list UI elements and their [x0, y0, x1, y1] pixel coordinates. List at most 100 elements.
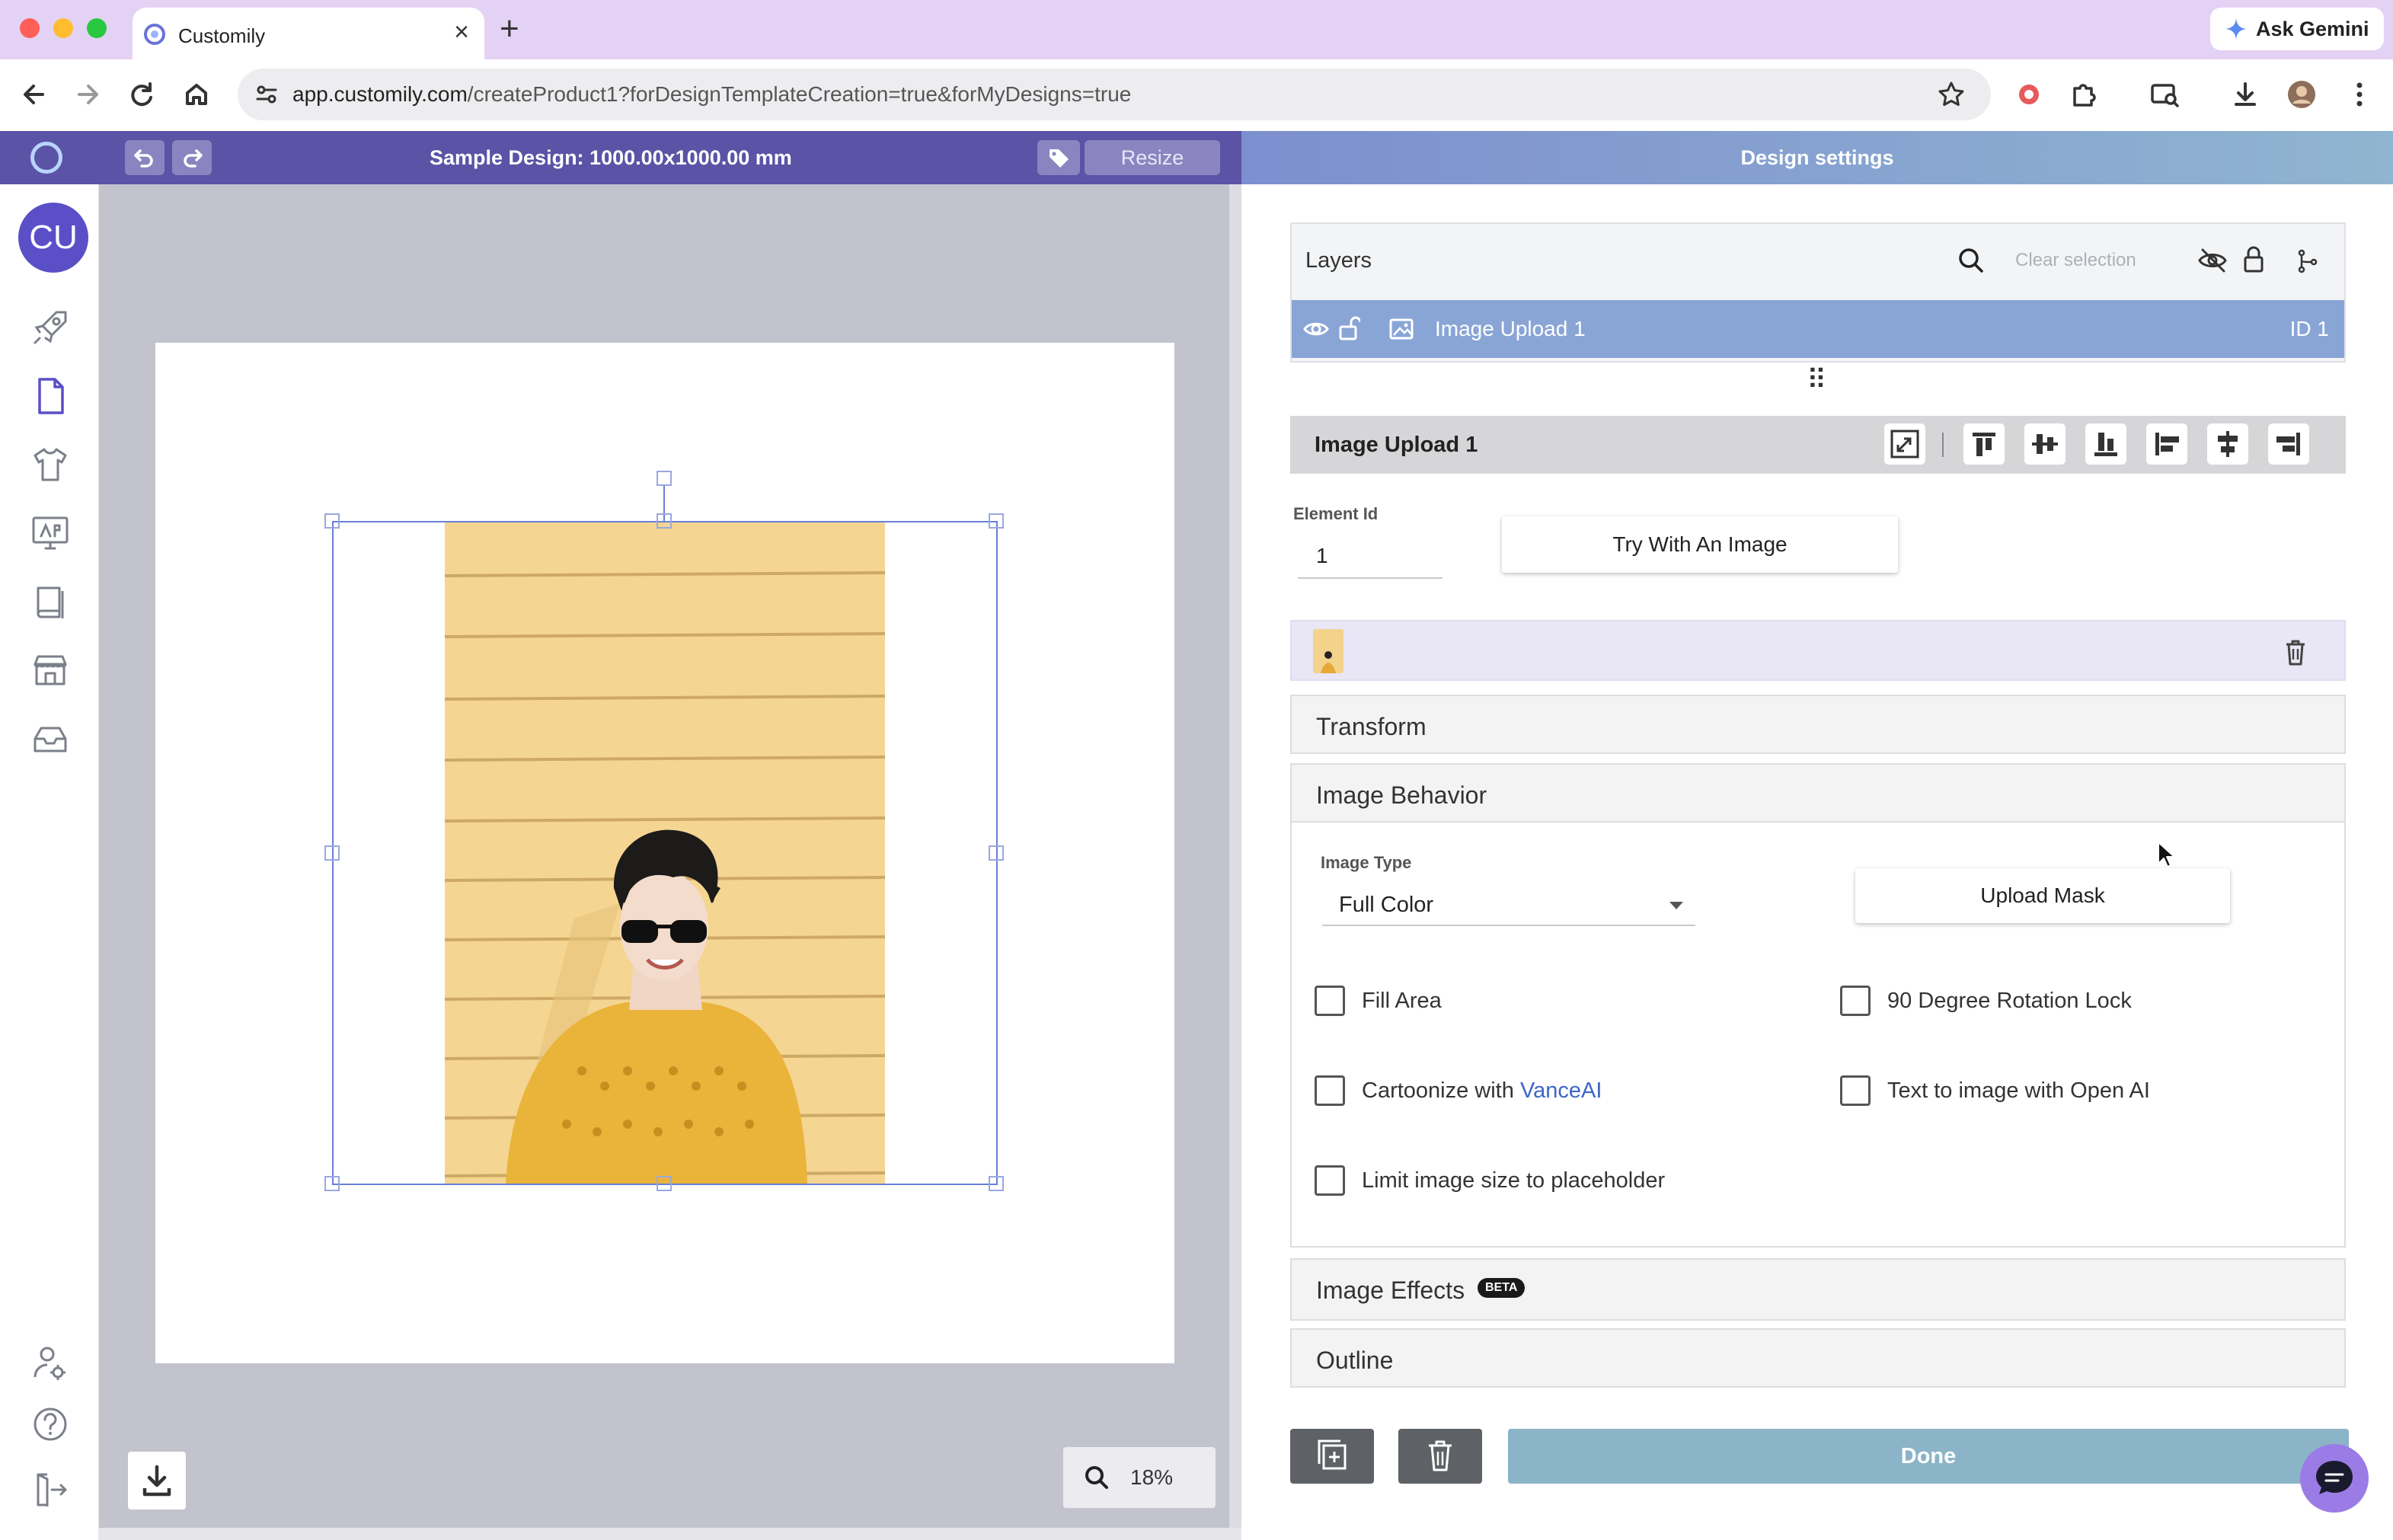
- tab-title: Customily: [178, 24, 266, 47]
- new-tab-button[interactable]: +: [500, 11, 519, 47]
- duplicate-element-button[interactable]: [1290, 1429, 1374, 1484]
- user-avatar[interactable]: CU: [18, 203, 88, 273]
- left-sidebar: CU: [0, 184, 99, 1540]
- layer-tree-icon[interactable]: [2294, 247, 2321, 274]
- image-effects-section-header[interactable]: Image Effects BETA: [1290, 1258, 2346, 1321]
- resize-handle-right[interactable]: [989, 845, 1004, 861]
- inbox-icon[interactable]: [29, 717, 72, 760]
- help-icon[interactable]: [29, 1403, 72, 1446]
- tshirt-icon[interactable]: [29, 443, 72, 486]
- selection-box[interactable]: [332, 521, 998, 1185]
- chat-bubble-icon: [2316, 1461, 2353, 1494]
- lock-all-icon[interactable]: [2241, 244, 2267, 276]
- bookmark-star-icon[interactable]: [1936, 79, 1966, 110]
- align-right-button[interactable]: [2268, 423, 2309, 465]
- image-behavior-section-header[interactable]: Image Behavior: [1290, 763, 2346, 823]
- resize-handle-bottom[interactable]: [657, 1176, 672, 1191]
- tag-button[interactable]: [1037, 140, 1080, 175]
- cartoonize-checkbox[interactable]: [1315, 1075, 1345, 1106]
- maximize-window-button[interactable]: [87, 18, 107, 38]
- rocket-icon[interactable]: [29, 306, 72, 349]
- logout-icon[interactable]: [29, 1468, 72, 1511]
- document-icon[interactable]: [29, 375, 72, 417]
- download-icon[interactable]: [2227, 76, 2264, 113]
- rotation-lock-checkbox[interactable]: [1840, 986, 1871, 1016]
- ask-gemini-label: Ask Gemini: [2256, 18, 2369, 40]
- fit-to-canvas-button[interactable]: [1884, 423, 1925, 465]
- canvas-horizontal-scrollbar[interactable]: [99, 1528, 1241, 1540]
- clear-selection-link[interactable]: Clear selection: [2015, 250, 2136, 271]
- minimize-window-button[interactable]: [53, 18, 73, 38]
- delete-image-trash-icon[interactable]: [2282, 637, 2309, 667]
- gemini-spark-icon: [2225, 18, 2247, 40]
- cartoonize-prefix: Cartoonize with: [1362, 1078, 1520, 1103]
- done-button[interactable]: Done: [1508, 1429, 2349, 1484]
- align-vertical-center-button[interactable]: [2024, 423, 2066, 465]
- align-bottom-button[interactable]: [2085, 423, 2126, 465]
- text-to-image-checkbox[interactable]: [1840, 1075, 1871, 1106]
- outline-section-header[interactable]: Outline: [1290, 1328, 2346, 1388]
- resize-handle-top[interactable]: [657, 513, 672, 529]
- upload-mask-button[interactable]: Upload Mask: [1855, 868, 2230, 923]
- book-icon[interactable]: [29, 580, 72, 623]
- download-design-button[interactable]: [128, 1452, 186, 1510]
- undo-button[interactable]: [125, 140, 165, 175]
- resize-handle-top-right[interactable]: [989, 513, 1004, 529]
- resize-button[interactable]: Resize: [1085, 140, 1220, 175]
- image-thumbnail[interactable]: [1313, 629, 1343, 673]
- delete-element-button[interactable]: [1398, 1429, 1482, 1484]
- image-type-value: Full Color: [1339, 893, 1434, 917]
- align-center-icon: [2218, 431, 2238, 457]
- user-settings-icon[interactable]: [29, 1342, 72, 1385]
- transform-section-header[interactable]: Transform: [1290, 695, 2346, 754]
- reload-icon[interactable]: [123, 76, 160, 113]
- home-icon[interactable]: [178, 76, 215, 113]
- tab-search-icon[interactable]: [2146, 76, 2183, 113]
- resize-handle-top-left[interactable]: [324, 513, 340, 529]
- align-horizontal-center-button[interactable]: [2207, 423, 2248, 465]
- transform-section-title: Transform: [1316, 713, 1427, 740]
- tab-close-icon[interactable]: ×: [454, 18, 469, 46]
- zoom-search-icon[interactable]: [1081, 1462, 1112, 1493]
- close-window-button[interactable]: [20, 18, 40, 38]
- align-left-button[interactable]: [2146, 423, 2187, 465]
- ask-gemini-button[interactable]: Ask Gemini: [2210, 8, 2384, 50]
- zoom-control[interactable]: 18%: [1063, 1447, 1216, 1508]
- element-title: Image Upload 1: [1315, 433, 1478, 457]
- element-id-input[interactable]: [1298, 535, 1443, 579]
- resize-handle-bottom-left[interactable]: [324, 1176, 340, 1191]
- extensions-puzzle-icon[interactable]: [2066, 76, 2102, 113]
- browser-tab[interactable]: Customily ×: [133, 8, 484, 59]
- hide-all-eye-slash-icon[interactable]: [2197, 245, 2228, 276]
- align-top-button[interactable]: [1963, 423, 2005, 465]
- url-host: app.customily.com: [292, 82, 468, 106]
- redo-button[interactable]: [172, 140, 212, 175]
- rotation-handle[interactable]: [657, 471, 672, 486]
- layer-row[interactable]: Image Upload 1 ID 1: [1292, 300, 2344, 358]
- design-monitor-icon[interactable]: [29, 512, 72, 554]
- vanceai-link[interactable]: VanceAI: [1520, 1078, 1602, 1103]
- image-type-select[interactable]: Full Color: [1322, 882, 1695, 926]
- resize-handle-bottom-right[interactable]: [989, 1176, 1004, 1191]
- panel-resize-drag-handle-icon[interactable]: ⠿: [1807, 364, 1826, 396]
- try-with-an-image-button[interactable]: Try With An Image: [1502, 516, 1898, 573]
- layer-unlock-icon[interactable]: [1337, 314, 1360, 343]
- resize-handle-left[interactable]: [324, 845, 340, 861]
- store-icon[interactable]: [29, 649, 72, 692]
- site-settings-icon[interactable]: [253, 81, 280, 108]
- support-chat-button[interactable]: [2300, 1444, 2369, 1513]
- fill-area-label: Fill Area: [1362, 989, 1442, 1013]
- mouse-cursor-icon: [2157, 841, 2177, 868]
- forward-arrow-icon[interactable]: [70, 76, 107, 113]
- extension-red-icon[interactable]: [2011, 76, 2047, 113]
- canvas-vertical-scrollbar[interactable]: [1229, 184, 1241, 1540]
- browser-menu-icon[interactable]: [2341, 76, 2378, 113]
- fill-area-checkbox[interactable]: [1315, 986, 1345, 1016]
- limit-size-checkbox[interactable]: [1315, 1165, 1345, 1196]
- layer-visibility-eye-icon[interactable]: [1302, 315, 1330, 343]
- layer-search-icon[interactable]: [1956, 245, 1986, 276]
- layers-title: Layers: [1305, 248, 1372, 273]
- back-arrow-icon[interactable]: [15, 76, 52, 113]
- address-bar[interactable]: app.customily.com/createProduct1?forDesi…: [238, 69, 1991, 120]
- profile-avatar[interactable]: [2283, 76, 2320, 113]
